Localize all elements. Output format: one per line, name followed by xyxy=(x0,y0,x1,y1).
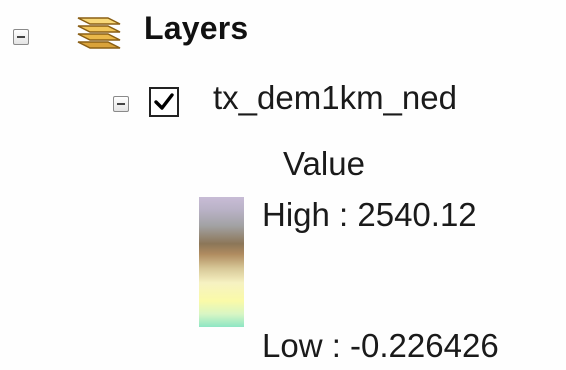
collapse-layers-button[interactable] xyxy=(13,29,29,45)
color-ramp-swatch xyxy=(199,197,244,327)
legend-heading: Value xyxy=(283,145,365,182)
layers-group-label[interactable]: Layers xyxy=(144,10,248,47)
layers-icon xyxy=(77,17,121,49)
collapse-layer-button[interactable] xyxy=(113,96,129,112)
layer-name[interactable]: tx_dem1km_ned xyxy=(213,79,457,117)
layer-visibility-checkbox[interactable] xyxy=(149,87,179,117)
legend-high-label: High : 2540.12 xyxy=(262,196,477,233)
checkmark-icon xyxy=(154,93,174,110)
table-of-contents: Layers tx_dem1km_ned Value High : 2540.1… xyxy=(0,0,566,370)
legend-low-label: Low : -0.226426 xyxy=(262,327,499,364)
